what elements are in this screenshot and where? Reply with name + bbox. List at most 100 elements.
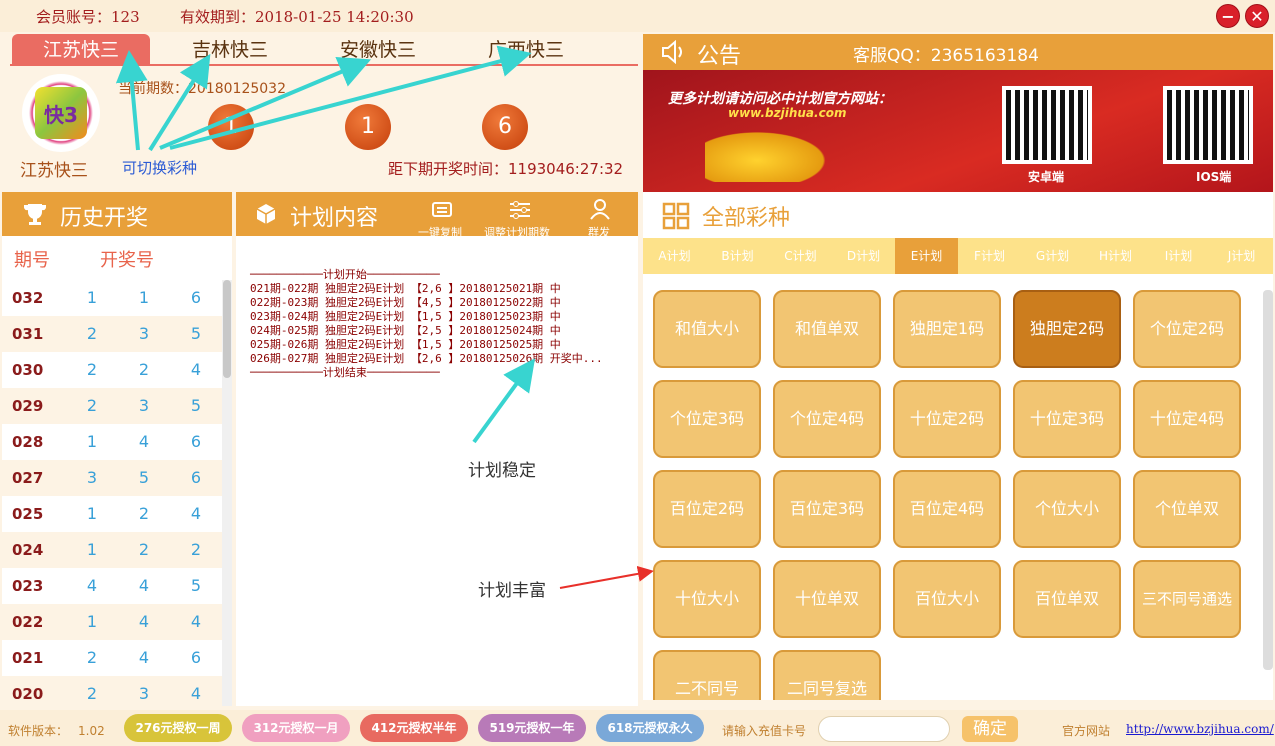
qr-label-android: 安卓端 [1028,170,1065,184]
row-period: 027 [12,469,44,487]
plan-tab[interactable]: J计划 [1210,238,1273,274]
banner-url: www.bzjihua.com [728,106,847,120]
lottery-type-button[interactable]: 百位单双 [1013,560,1121,638]
row-period: 022 [12,613,44,631]
lottery-type-button[interactable]: 百位定3码 [773,470,881,548]
row-number: 2 [190,540,202,559]
plan-tab[interactable]: C计划 [769,238,832,274]
license-plan-button[interactable]: 312元授权一月 [242,714,350,742]
row-number: 1 [138,288,150,307]
site-url-link[interactable]: http://www.bzjihua.com/ [1126,722,1274,736]
lottery-type-button[interactable]: 个位大小 [1013,470,1121,548]
col-period: 期号 [14,250,50,271]
lottery-type-button[interactable]: 独胆定2码 [1013,290,1121,368]
row-number: 2 [86,324,98,343]
tab-jilin[interactable]: 吉林快三 [160,34,300,66]
plan-tab[interactable]: F计划 [958,238,1021,274]
lottery-type-button[interactable]: 二不同号 [653,650,761,700]
plan-tab[interactable]: E计划 [895,238,958,274]
confirm-button[interactable]: 确定 [962,716,1018,742]
row-number: 3 [138,396,150,415]
plan-title: 计划内容 [290,206,379,231]
plan-tab[interactable]: D计划 [832,238,895,274]
lottery-type-button[interactable]: 和值大小 [653,290,761,368]
row-number: 4 [190,360,202,379]
announcement-title: 公告 [697,44,742,69]
draw-ball: 1 [208,104,254,150]
history-row: 021 2 4 6 [2,640,222,676]
plan-line: ───────────计划结束─────────── [250,366,440,379]
history-row: 027 3 5 6 [2,460,222,496]
row-number: 3 [86,468,98,487]
license-plan-button[interactable]: 618元授权永久 [596,714,704,742]
lottery-type-button[interactable]: 百位大小 [893,560,1001,638]
qr-code-android [1002,86,1092,164]
draw-ball: 6 [482,104,528,150]
lottery-type-button[interactable]: 和值单双 [773,290,881,368]
lottery-type-button[interactable]: 独胆定1码 [893,290,1001,368]
row-period: 024 [12,541,44,559]
plan-tab[interactable]: H计划 [1084,238,1147,274]
lottery-type-button[interactable]: 个位定3码 [653,380,761,458]
lottery-type-button[interactable]: 十位大小 [653,560,761,638]
lottery-type-button[interactable]: 个位单双 [1133,470,1241,548]
lottery-type-button[interactable]: 百位定2码 [653,470,761,548]
lottery-type-button[interactable]: 个位定2码 [1133,290,1241,368]
lottery-type-button[interactable]: 十位定2码 [893,380,1001,458]
lottery-type-button[interactable]: 个位定4码 [773,380,881,458]
history-row: 025 1 2 4 [2,496,222,532]
row-number: 4 [138,612,150,631]
license-plan-button[interactable]: 276元授权一周 [124,714,232,742]
plan-tab[interactable]: A计划 [643,238,706,274]
row-period: 025 [12,505,44,523]
card-label: 请输入充值卡号 [722,724,807,738]
row-number: 6 [190,468,202,487]
site-label: 官方网站 [1062,724,1111,738]
row-number: 4 [190,684,202,703]
plan-tab[interactable]: I计划 [1147,238,1210,274]
lottery-type-button[interactable]: 十位定3码 [1013,380,1121,458]
row-number: 1 [86,288,98,307]
history-row: 032 1 1 6 [2,280,222,316]
row-period: 021 [12,649,44,667]
plan-tab[interactable]: B计划 [706,238,769,274]
tab-guangxi[interactable]: 广西快三 [454,34,598,66]
row-number: 4 [190,612,202,631]
tab-jiangsu[interactable]: 江苏快三 [12,34,150,66]
plan-tab[interactable]: G计划 [1021,238,1084,274]
row-number: 3 [138,684,150,703]
row-period: 031 [12,325,44,343]
support-qq: 客服QQ：2365163184 [853,46,1039,66]
cube-icon [256,204,276,224]
row-period: 028 [12,433,44,451]
row-number: 1 [86,432,98,451]
row-number: 5 [190,324,202,343]
lottery-type-button[interactable]: 十位定4码 [1133,380,1241,458]
close-icon[interactable]: ✕ [1245,4,1269,28]
grid-scrollbar[interactable] [1263,290,1273,670]
row-number: 6 [190,288,202,307]
history-scroll-thumb[interactable] [223,280,231,378]
row-number: 4 [138,432,150,451]
row-number: 4 [190,504,202,523]
banner-text: 更多计划请访问必中计划官方网站： [668,91,892,107]
lottery-type-button[interactable]: 百位定4码 [893,470,1001,548]
qr-code-ios [1163,86,1253,164]
lottery-name: 江苏快三 [20,161,88,181]
lottery-type-button[interactable]: 三不同号通选 [1133,560,1241,638]
lottery-type-button[interactable]: 十位单双 [773,560,881,638]
row-number: 2 [138,504,150,523]
row-number: 6 [190,648,202,667]
trophy-icon [23,204,47,225]
draw-ball: 1 [345,104,391,150]
lottery-type-button[interactable]: 二同号复选 [773,650,881,700]
lottery-grid: 和值大小 和值单双 独胆定1码 独胆定2码 个位定2码 个位定3码 个位定4码 十位定2码 十位… [643,274,1273,700]
license-plan-button[interactable]: 412元授权半年 [360,714,468,742]
license-plan-button[interactable]: 519元授权一年 [478,714,586,742]
lotteries-title: 全部彩种 [702,206,791,231]
sliders-icon [510,201,530,219]
card-number-input[interactable] [818,716,950,742]
row-period: 020 [12,685,44,703]
minimize-icon[interactable]: − [1216,4,1240,28]
tab-anhui[interactable]: 安徽快三 [306,34,450,66]
